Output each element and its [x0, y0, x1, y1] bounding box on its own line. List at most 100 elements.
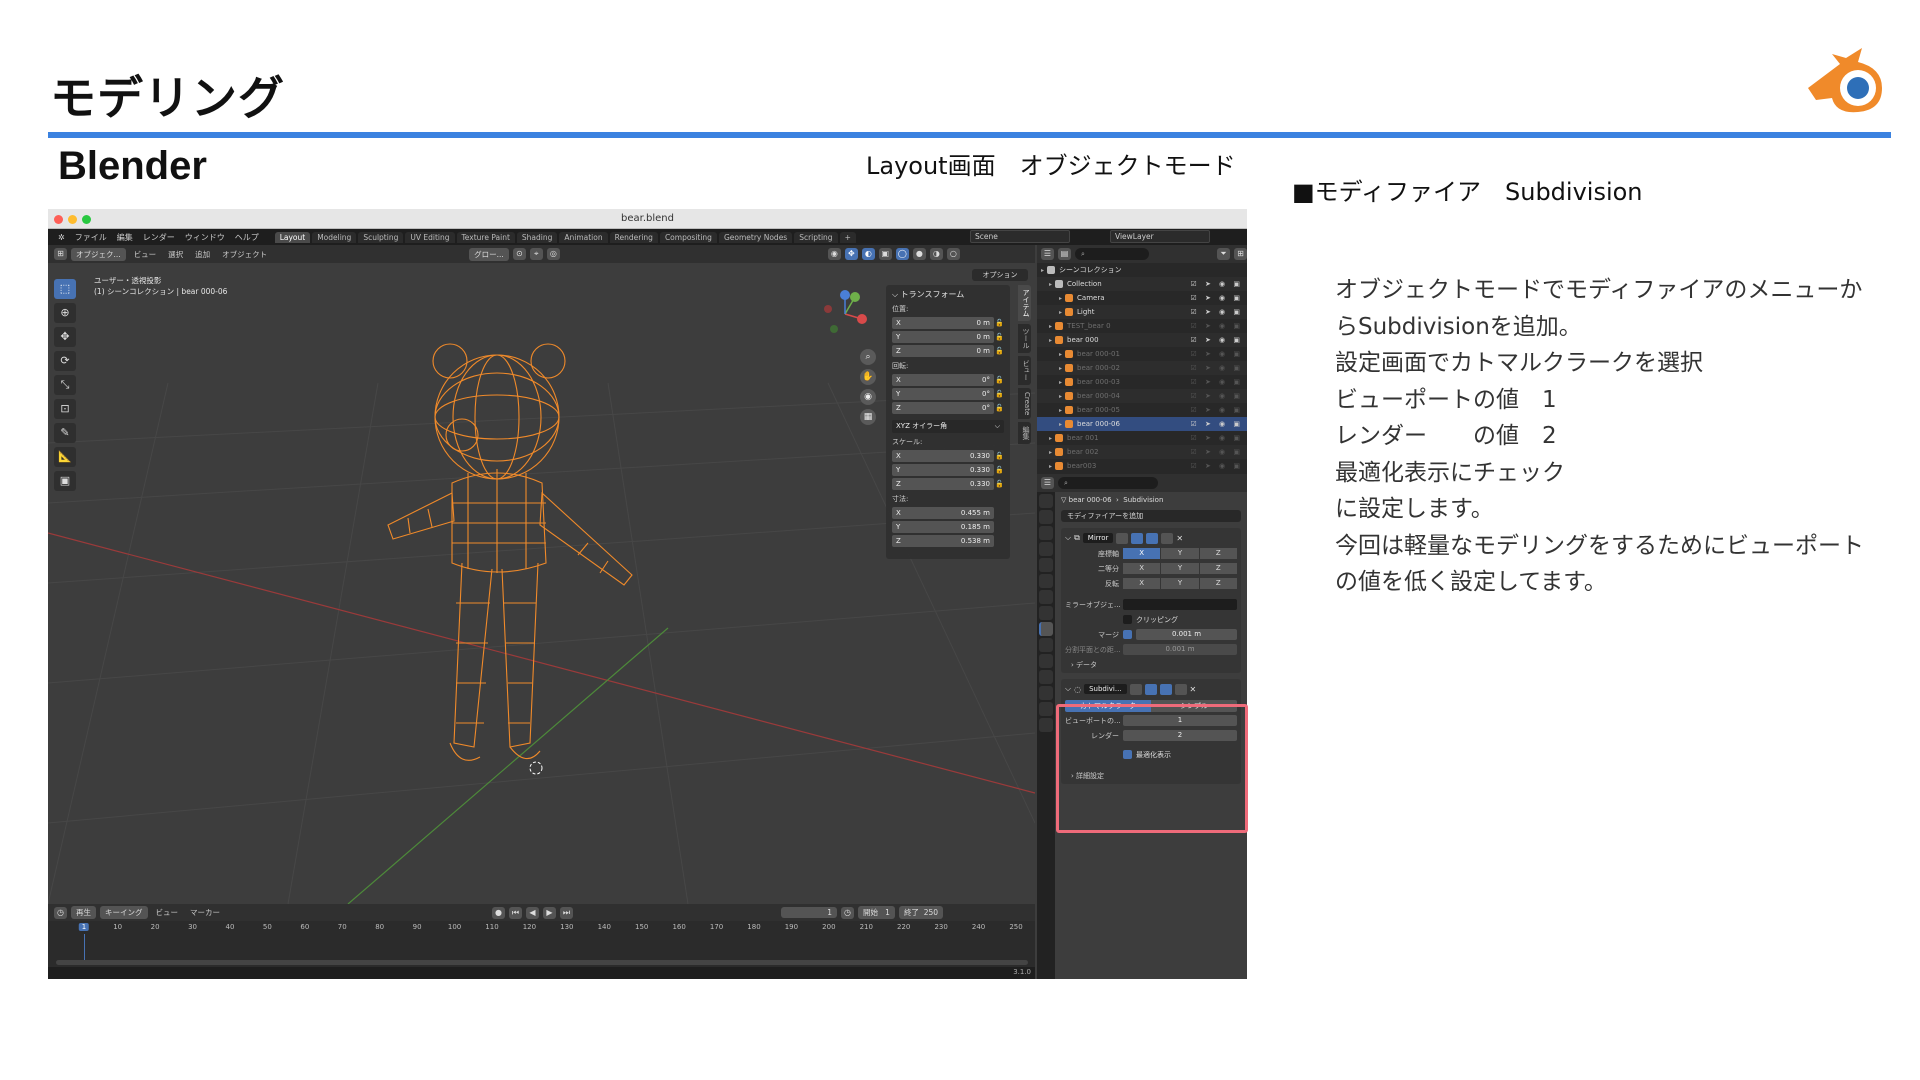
outliner-item[interactable]: ▸ bear 000-01 ☑ ➤ ◉ ▣: [1037, 347, 1247, 361]
playhead[interactable]: [84, 934, 85, 960]
expand-arrow-icon[interactable]: ▸: [1059, 421, 1062, 428]
merge-checkbox[interactable]: [1123, 630, 1132, 639]
mirror-axis-y[interactable]: Y: [1161, 548, 1199, 559]
edit-mode-toggle-icon[interactable]: [1116, 532, 1129, 544]
properties-editor-type-icon[interactable]: ☰: [1041, 477, 1054, 489]
navigation-gizmo[interactable]: [820, 289, 870, 339]
mirror-modifier-header[interactable]: ⌵ ⧉ Mirror ✕: [1065, 531, 1237, 545]
collapse-chevron-icon[interactable]: ⌵: [1065, 533, 1071, 543]
lock-icon[interactable]: 🔓: [994, 466, 1004, 474]
add-cube-tool-icon[interactable]: ▣: [54, 471, 76, 491]
visibility-icon[interactable]: ◉: [827, 248, 841, 260]
playback-menu[interactable]: 再生: [71, 906, 96, 919]
tab-tool[interactable]: ツール: [1018, 324, 1031, 353]
modifier-tab-icon[interactable]: [1039, 622, 1053, 636]
lock-icon[interactable]: 🔓: [994, 404, 1004, 412]
tool-tab-icon[interactable]: [1039, 494, 1053, 508]
mirror-modifier-name[interactable]: Mirror: [1082, 533, 1114, 543]
lock-icon[interactable]: 🔓: [994, 333, 1004, 341]
frame-start-field[interactable]: 開始 1: [858, 906, 895, 919]
lock-icon[interactable]: 🔓: [994, 376, 1004, 384]
visibility-toggles[interactable]: ☑ ➤ ◉ ▣: [1190, 364, 1243, 372]
timeline-editor-type-icon[interactable]: ◷: [54, 906, 67, 919]
expand-arrow-icon[interactable]: ▸: [1049, 463, 1052, 470]
bisect-x[interactable]: X: [1123, 563, 1161, 574]
properties-search-input[interactable]: ⌕: [1058, 477, 1158, 489]
tab-geometry-nodes[interactable]: Geometry Nodes: [718, 231, 793, 243]
output-tab-icon[interactable]: [1039, 526, 1053, 540]
rotate-tool-icon[interactable]: ⟳: [54, 351, 76, 371]
visibility-toggles[interactable]: ☑ ➤ ◉ ▣: [1190, 308, 1243, 316]
tab-create[interactable]: Create: [1018, 388, 1031, 420]
mirror-object-field[interactable]: [1123, 599, 1237, 610]
data-subpanel[interactable]: › データ: [1065, 656, 1237, 670]
new-collection-icon[interactable]: ⊞: [1234, 248, 1247, 260]
transform-tool-icon[interactable]: ⊡: [54, 399, 76, 419]
proportional-edit-icon[interactable]: ◎: [546, 248, 560, 260]
annotate-tool-icon[interactable]: ✎: [54, 423, 76, 443]
outliner-item[interactable]: ▸ bear 000-06 ☑ ➤ ◉ ▣: [1037, 417, 1247, 431]
visibility-toggles[interactable]: ☑ ➤ ◉ ▣: [1190, 322, 1243, 330]
lock-icon[interactable]: 🔓: [994, 390, 1004, 398]
material-shading-icon[interactable]: ◑: [929, 248, 943, 260]
display-mode-icon[interactable]: ▤: [1058, 248, 1071, 260]
measure-tool-icon[interactable]: 📐: [54, 447, 76, 467]
flip-x[interactable]: X: [1123, 578, 1161, 589]
lock-icon[interactable]: 🔓: [994, 480, 1004, 488]
play-icon[interactable]: ▶: [543, 906, 556, 919]
viewport-menu-select[interactable]: 選択: [164, 249, 187, 260]
menu-edit[interactable]: 編集: [113, 232, 137, 243]
scene-tab-icon[interactable]: [1039, 558, 1053, 572]
timeline-scrollbar[interactable]: [56, 960, 1028, 965]
options-dropdown[interactable]: オプション: [972, 269, 1028, 281]
outliner-item[interactable]: ▸ bear 000-02 ☑ ➤ ◉ ▣: [1037, 361, 1247, 375]
expand-arrow-icon[interactable]: ▸: [1059, 309, 1062, 316]
edit-mode-toggle-icon[interactable]: [1129, 683, 1142, 695]
blender-menu-icon[interactable]: ✲: [54, 233, 69, 242]
expand-arrow-icon[interactable]: ▸: [1059, 393, 1062, 400]
visibility-toggles[interactable]: ☑ ➤ ◉ ▣: [1190, 434, 1243, 442]
subdivision-modifier-header[interactable]: ⌵ ◌ Subdivi... ✕: [1065, 682, 1237, 696]
render-tab-icon[interactable]: [1039, 510, 1053, 524]
tab-item[interactable]: アイテム: [1018, 285, 1031, 321]
menu-file[interactable]: ファイル: [71, 232, 111, 243]
tab-rendering[interactable]: Rendering: [609, 231, 658, 243]
menu-window[interactable]: ウィンドウ: [181, 232, 229, 243]
frame-end-field[interactable]: 終了 250: [898, 906, 944, 919]
record-icon[interactable]: ●: [492, 906, 505, 919]
add-workspace-button[interactable]: +: [839, 231, 856, 243]
visibility-toggles[interactable]: ☑ ➤ ◉ ▣: [1190, 406, 1243, 414]
frame-ruler[interactable]: 1 10 20 30 40 50 60 70 80 90 100 110 120 130 140 150 160…: [58, 921, 1033, 935]
expand-arrow-icon[interactable]: ▸: [1059, 365, 1062, 372]
dimensions-z-field[interactable]: Z 0.538 m: [892, 534, 994, 547]
visibility-toggles[interactable]: ☑ ➤ ◉ ▣: [1190, 336, 1243, 344]
bisect-y[interactable]: Y: [1161, 563, 1199, 574]
scale-tool-icon[interactable]: ⤡: [54, 375, 76, 395]
dimensions-x-field[interactable]: X 0.455 m: [892, 506, 994, 519]
modifier-menu-icon[interactable]: [1161, 532, 1174, 544]
jump-start-icon[interactable]: ⏮: [509, 906, 522, 919]
select-box-tool-icon[interactable]: ⬚: [54, 279, 76, 299]
lock-icon[interactable]: 🔓: [994, 347, 1004, 355]
viewport-menu-view[interactable]: ビュー: [130, 249, 161, 260]
rotation-mode-dropdown[interactable]: XYZ オイラー角 ⌵: [892, 420, 1004, 433]
expand-arrow-icon[interactable]: ▸: [1059, 295, 1062, 302]
visibility-toggles[interactable]: ☑ ➤ ◉ ▣: [1190, 378, 1243, 386]
outliner-item[interactable]: ▸ bear 000-04 ☑ ➤ ◉ ▣: [1037, 389, 1247, 403]
ortho-toggle-icon[interactable]: ▦: [860, 409, 876, 425]
camera-view-icon[interactable]: ◉: [860, 389, 876, 405]
flip-y[interactable]: Y: [1161, 578, 1199, 589]
rotation-x-field[interactable]: X 0°: [892, 373, 994, 386]
close-icon[interactable]: ✕: [1176, 534, 1183, 543]
jump-end-icon[interactable]: ⏭: [560, 906, 573, 919]
merge-distance-field[interactable]: 0.001 m: [1136, 629, 1237, 640]
expand-arrow-icon[interactable]: ▸: [1049, 435, 1052, 442]
visibility-toggles[interactable]: ☑ ➤ ◉ ▣: [1190, 294, 1243, 302]
viewport-menu-object[interactable]: オブジェクト: [218, 249, 271, 260]
visibility-toggles[interactable]: ☑ ➤ ◉ ▣: [1190, 350, 1243, 358]
mode-dropdown[interactable]: オブジェク...: [71, 247, 126, 261]
visibility-toggles[interactable]: ☑ ➤ ◉ ▣: [1190, 280, 1243, 288]
move-tool-icon[interactable]: ✥: [54, 327, 76, 347]
modifier-menu-icon[interactable]: [1174, 683, 1187, 695]
menu-render[interactable]: レンダー: [139, 232, 179, 243]
